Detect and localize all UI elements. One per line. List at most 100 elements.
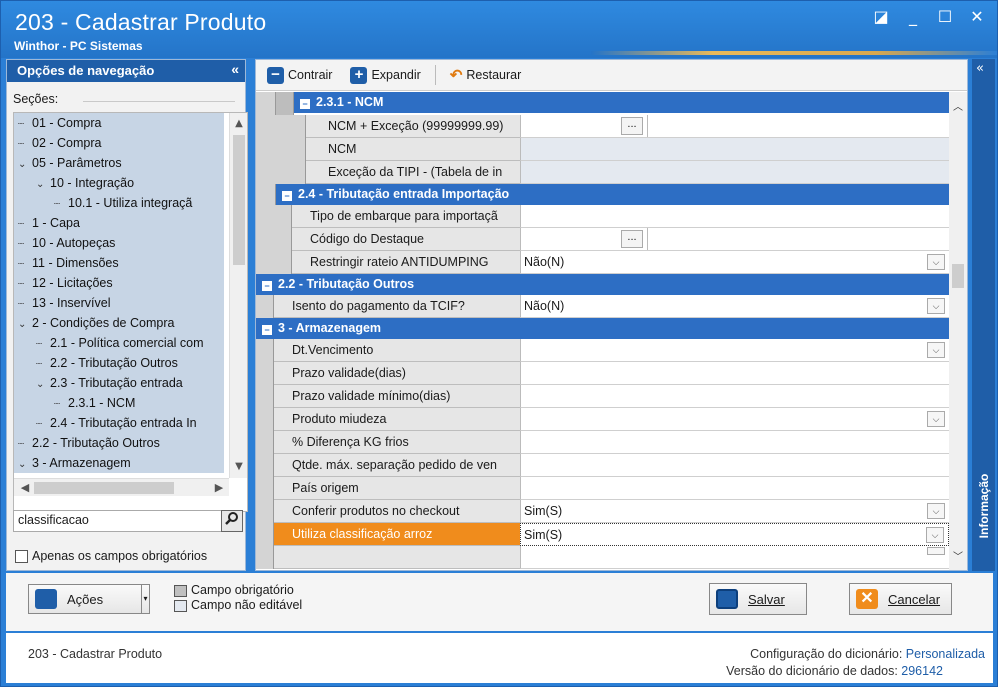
row-small-product[interactable]: Produto miudeza ⌵: [256, 408, 949, 431]
grid-vertical-scrollbar[interactable]: ︿ ﹀: [949, 92, 967, 570]
chevron-down-icon[interactable]: ⌵: [927, 411, 945, 427]
tree-item[interactable]: ┈ 13 - Inservível: [14, 293, 224, 313]
scroll-up-icon[interactable]: ▲: [230, 115, 247, 133]
scroll-up-icon[interactable]: ︿: [949, 98, 967, 113]
row-min-shelf-life[interactable]: Prazo validade mínimo(dias): [256, 385, 949, 408]
tree-item[interactable]: ┈ 10.1 - Utiliza integraçã: [14, 193, 224, 213]
chevron-down-icon[interactable]: ⌄: [18, 455, 32, 473]
chevron-down-icon[interactable]: ⌄: [18, 315, 32, 333]
collapse-icon[interactable]: −: [262, 281, 272, 291]
tree-item[interactable]: ⌄ 10 - Integração: [14, 173, 224, 193]
tree-item[interactable]: ┈ 2.2 - Tributação Outros: [14, 433, 224, 453]
expiry-date-select[interactable]: ⌵: [520, 339, 949, 362]
chevron-down-icon[interactable]: ⌵: [927, 342, 945, 358]
row-tcif-exempt[interactable]: Isento do pagamento da TCIF? Não(N) ⌵: [256, 295, 949, 318]
row-ncm-exception[interactable]: NCM + Exceção (99999999.99) ...: [256, 115, 949, 138]
tree-item[interactable]: ┈ 12 - Licitações: [14, 273, 224, 293]
scroll-right-icon[interactable]: ▶: [210, 479, 228, 497]
origin-country-input[interactable]: [520, 477, 949, 500]
row-antidumping[interactable]: Restringir rateio ANTIDUMPING Não(N) ⌵: [256, 251, 949, 274]
checkbox-box[interactable]: [15, 549, 28, 563]
expand-panel-icon[interactable]: «: [976, 61, 984, 76]
expand-button[interactable]: + Expandir: [344, 65, 426, 86]
tree-item[interactable]: ⌄ 3 - Armazenagem: [14, 453, 224, 473]
row-checkout-verify[interactable]: Conferir produtos no checkout Sim(S) ⌵: [256, 500, 949, 523]
chevron-down-icon[interactable]: ⌄: [18, 155, 32, 173]
collapse-icon[interactable]: −: [282, 191, 292, 201]
rice-classification-select[interactable]: Sim(S) ⌵: [520, 523, 949, 546]
max-qty-input[interactable]: [520, 454, 949, 477]
tree-item[interactable]: ┈ 2.3.1 - NCM: [14, 393, 224, 413]
row-expiry-date[interactable]: Dt.Vencimento ⌵: [256, 339, 949, 362]
row-rice-classification[interactable]: Utiliza classificação arroz Sim(S) ⌵: [256, 523, 949, 546]
kg-difference-input[interactable]: [520, 431, 949, 454]
row-kg-difference[interactable]: % Diferença KG frios: [256, 431, 949, 454]
required-only-checkbox[interactable]: Apenas os campos obrigatórios: [15, 549, 207, 563]
tree-item[interactable]: ⌄ 2 - Condições de Compra: [14, 313, 224, 333]
tree-item[interactable]: ⌄ 05 - Parâmetros: [14, 153, 224, 173]
shelf-life-input[interactable]: [520, 362, 949, 385]
scroll-left-icon[interactable]: ◀: [16, 479, 34, 497]
restore-window-icon[interactable]: ◪: [871, 7, 891, 27]
collapse-panel-icon[interactable]: «: [231, 61, 239, 77]
tree-item[interactable]: ┈ 2.2 - Tributação Outros: [14, 353, 224, 373]
tree-item[interactable]: ┈ 01 - Compra: [14, 113, 224, 133]
collapse-icon[interactable]: −: [262, 325, 272, 335]
chevron-down-icon[interactable]: ⌵: [927, 254, 945, 270]
chevron-down-icon[interactable]: [927, 547, 945, 555]
caret-down-icon[interactable]: ▾: [141, 585, 149, 613]
tree-item[interactable]: ┈ 11 - Dimensões: [14, 253, 224, 273]
category-import-tax[interactable]: −2.4 - Tributação entrada Importação: [276, 184, 949, 205]
row-shelf-life[interactable]: Prazo validade(dias): [256, 362, 949, 385]
chevron-down-icon[interactable]: ⌵: [927, 503, 945, 519]
info-panel-tab[interactable]: « Informação: [972, 59, 995, 571]
row-tipi-exception[interactable]: Exceção da TIPI - (Tabela de in: [256, 161, 949, 184]
cancel-button[interactable]: ✕ Cancelar: [849, 583, 952, 615]
tree-item[interactable]: ┈ 10 - Autopeças: [14, 233, 224, 253]
chevron-down-icon[interactable]: ⌄: [36, 175, 50, 193]
highlight-code-input[interactable]: ...: [520, 228, 949, 251]
chevron-down-icon[interactable]: ⌵: [926, 527, 944, 543]
row-max-qty[interactable]: Qtde. máx. separação pedido de ven: [256, 454, 949, 477]
ncm-exception-input[interactable]: ...: [520, 115, 949, 138]
tree-horizontal-scrollbar[interactable]: ◀ ▶: [14, 478, 229, 496]
scroll-thumb[interactable]: [952, 264, 964, 288]
tree-vertical-scrollbar[interactable]: ▲ ▼: [229, 113, 247, 478]
ellipsis-button[interactable]: ...: [621, 230, 643, 248]
maximize-icon[interactable]: ☐: [935, 7, 955, 27]
checkout-verify-select[interactable]: Sim(S) ⌵: [520, 500, 949, 523]
tcif-exempt-select[interactable]: Não(N) ⌵: [520, 295, 949, 318]
tree-item[interactable]: ┈ 2.4 - Tributação entrada In: [14, 413, 224, 433]
min-shelf-life-input[interactable]: [520, 385, 949, 408]
search-input[interactable]: classificacao: [13, 510, 223, 532]
chevron-down-icon[interactable]: ⌄: [36, 375, 50, 393]
category-ncm[interactable]: −2.3.1 - NCM: [294, 92, 949, 113]
minimize-icon[interactable]: _: [903, 7, 923, 27]
scroll-down-icon[interactable]: ﹀: [949, 548, 967, 563]
row-shipment-type[interactable]: Tipo de embarque para importaçã: [256, 205, 949, 228]
save-button[interactable]: Salvar: [709, 583, 807, 615]
actions-button[interactable]: Ações ▾: [28, 584, 150, 614]
antidumping-select[interactable]: Não(N) ⌵: [520, 251, 949, 274]
category-storage[interactable]: −3 - Armazenagem: [256, 318, 949, 339]
category-other-taxes[interactable]: −2.2 - Tributação Outros: [256, 274, 949, 295]
tree-item[interactable]: ⌄ 2.3 - Tributação entrada: [14, 373, 224, 393]
row-highlight-code[interactable]: Código do Destaque ...: [256, 228, 949, 251]
row-origin-country[interactable]: País origem: [256, 477, 949, 500]
tree-item[interactable]: ┈ 1 - Capa: [14, 213, 224, 233]
tree-item[interactable]: ┈ 02 - Compra: [14, 133, 224, 153]
small-product-select[interactable]: ⌵: [520, 408, 949, 431]
chevron-down-icon[interactable]: ⌵: [927, 298, 945, 314]
scroll-thumb[interactable]: [233, 135, 245, 265]
tree-item[interactable]: ┈ 2.1 - Política comercial com: [14, 333, 224, 353]
close-icon[interactable]: ✕: [967, 7, 987, 27]
sections-tree[interactable]: ┈ 01 - Compra ┈ 02 - Compra ⌄ 05 - Parâmetros…: [13, 112, 248, 512]
row-ncm[interactable]: NCM: [256, 138, 949, 161]
collapse-icon[interactable]: −: [300, 99, 310, 109]
search-icon[interactable]: [221, 510, 243, 532]
collapse-button[interactable]: − Contrair: [261, 65, 338, 86]
shipment-type-input[interactable]: [520, 205, 949, 228]
restore-button[interactable]: ↶ Restaurar: [444, 64, 527, 86]
scroll-down-icon[interactable]: ▼: [230, 458, 247, 476]
ellipsis-button[interactable]: ...: [621, 117, 643, 135]
